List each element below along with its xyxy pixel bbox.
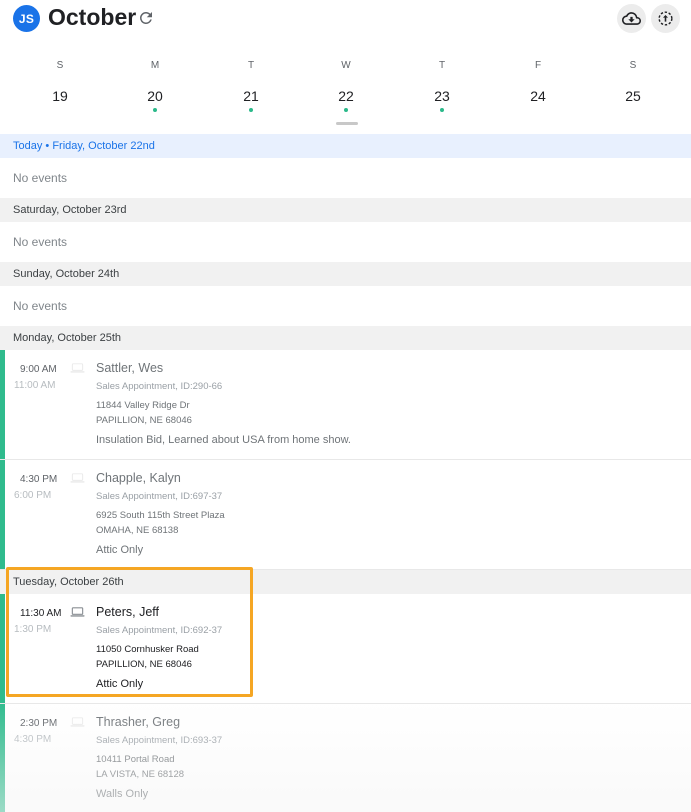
weekday-label: T: [438, 60, 446, 71]
event-end-time: 4:30 PM: [14, 734, 52, 745]
event-start-time: 11:30 AM: [20, 608, 62, 619]
download-button[interactable]: [617, 4, 646, 33]
no-events-text: No events: [13, 171, 68, 185]
event-color-bar: [0, 594, 5, 703]
weekday-label: F: [534, 60, 542, 71]
event-type-id: Sales Appointment, ID:692-37: [96, 625, 223, 636]
event-address-line2: OMAHA, NE 68138: [96, 525, 179, 536]
avatar[interactable]: JS: [13, 5, 40, 32]
no-events-text: No events: [13, 299, 68, 313]
event-indicator-dot: [344, 108, 348, 112]
event-card[interactable]: 2:30 PM 4:30 PM Thrasher, Greg Sales App…: [0, 704, 691, 812]
day-number: 21: [243, 88, 259, 104]
event-address-line1: 10411 Portal Road: [96, 754, 175, 765]
week-drag-handle[interactable]: [336, 122, 358, 125]
event-address-line1: 6925 South 115th Street Plaza: [96, 510, 225, 521]
day-cell-sun[interactable]: S 19: [30, 56, 90, 105]
laptop-icon: [70, 607, 85, 617]
event-address-line1: 11844 Valley Ridge Dr: [96, 400, 190, 411]
refresh-icon[interactable]: [137, 9, 155, 27]
event-address-line2: PAPILLION, NE 68046: [96, 415, 192, 426]
event-type-id: Sales Appointment, ID:290-66: [96, 381, 223, 392]
day-number: 22: [338, 88, 354, 104]
event-start-time: 2:30 PM: [20, 718, 58, 729]
sync-button[interactable]: [651, 4, 680, 33]
event-note: Attic Only: [96, 678, 144, 690]
event-note: Insulation Bid, Learned about USA from h…: [96, 434, 351, 446]
section-header-sunday: Sunday, October 24th: [0, 262, 691, 286]
day-number: 20: [147, 88, 163, 104]
day-number: 24: [530, 88, 546, 104]
event-customer-name: Peters, Jeff: [96, 605, 159, 619]
section-header-saturday: Saturday, October 23rd: [0, 198, 691, 222]
weekday-label: S: [629, 60, 637, 71]
section-header-tuesday: Tuesday, October 26th: [0, 570, 691, 594]
day-number: 19: [52, 88, 68, 104]
event-address-line2: LA VISTA, NE 68128: [96, 769, 185, 780]
weekday-label: S: [56, 60, 64, 71]
event-address-line1: 11050 Cornhusker Road: [96, 644, 199, 655]
weekday-label: M: [150, 60, 160, 71]
event-card[interactable]: 11:30 AM 1:30 PM Peters, Jeff Sales Appo…: [0, 594, 691, 704]
event-address-line2: PAPILLION, NE 68046: [96, 659, 192, 670]
day-cell-wed[interactable]: W 22: [316, 56, 376, 112]
laptop-icon: [70, 363, 85, 373]
sync-icon: [658, 11, 673, 26]
event-type-id: Sales Appointment, ID:697-37: [96, 491, 223, 502]
weekday-label: T: [247, 60, 255, 71]
section-header-today: Today • Friday, October 22nd: [0, 134, 691, 158]
event-card[interactable]: 9:00 AM 11:00 AM Sattler, Wes Sales Appo…: [0, 350, 691, 460]
day-number: 23: [434, 88, 450, 104]
event-start-time: 4:30 PM: [20, 474, 58, 485]
event-note: Walls Only: [96, 788, 149, 800]
event-customer-name: Chapple, Kalyn: [96, 471, 181, 485]
page-title[interactable]: October: [48, 4, 136, 31]
weekday-label: W: [341, 60, 351, 71]
section-header-monday: Monday, October 25th: [0, 326, 691, 350]
cloud-download-icon: [622, 12, 641, 25]
event-card[interactable]: 4:30 PM 6:00 PM Chapple, Kalyn Sales App…: [0, 460, 691, 570]
event-color-bar: [0, 460, 5, 569]
agenda-list: Today • Friday, October 22nd No events S…: [0, 134, 691, 812]
event-customer-name: Sattler, Wes: [96, 361, 164, 375]
day-number: 25: [625, 88, 641, 104]
app-header: JS October: [0, 0, 691, 36]
event-indicator-dot: [440, 108, 444, 112]
day-cell-mon[interactable]: M 20: [125, 56, 185, 112]
event-indicator-dot: [153, 108, 157, 112]
event-customer-name: Thrasher, Greg: [96, 715, 181, 729]
day-cell-sat[interactable]: S 25: [603, 56, 663, 105]
event-start-time: 9:00 AM: [20, 364, 57, 375]
event-end-time: 6:00 PM: [14, 490, 52, 501]
laptop-icon: [70, 473, 85, 483]
day-cell-tue[interactable]: T 21: [221, 56, 281, 112]
event-end-time: 1:30 PM: [14, 624, 52, 635]
day-cell-fri[interactable]: F 24: [508, 56, 568, 105]
laptop-icon: [70, 717, 85, 727]
event-note: Attic Only: [96, 544, 144, 556]
event-type-id: Sales Appointment, ID:693-37: [96, 735, 223, 746]
event-end-time: 11:00 AM: [14, 380, 56, 391]
event-indicator-dot: [249, 108, 253, 112]
no-events-text: No events: [13, 235, 68, 249]
event-color-bar: [0, 350, 5, 459]
day-cell-thu[interactable]: T 23: [412, 56, 472, 112]
event-color-bar: [0, 704, 5, 812]
